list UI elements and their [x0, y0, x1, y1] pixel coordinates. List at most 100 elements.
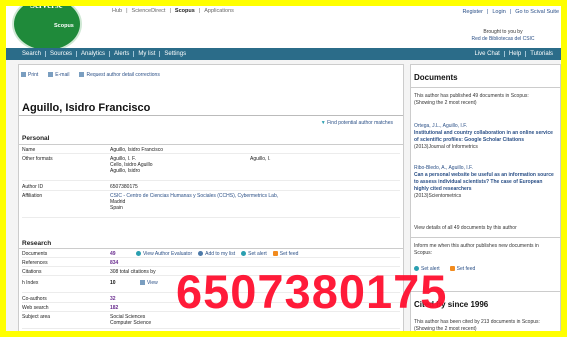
cited-by-text: This author has been cited by 213 docume… [414, 319, 558, 331]
name-label: Name [22, 147, 36, 153]
login-link[interactable]: Login [492, 9, 505, 15]
nav-right: Live Chat Help Tutorials [471, 51, 562, 57]
documents-intro-text: This author has published 49 documents i… [414, 93, 529, 99]
top-bar: SciVerse Scopus Hub | ScienceDirect | Sc… [6, 6, 561, 50]
row-other-formats: Other formats Aguillo, I. F. Cello, Isid… [22, 155, 400, 181]
print-button[interactable]: Print [21, 72, 38, 78]
documents-count[interactable]: 49 [110, 251, 130, 257]
set-alert-link[interactable]: Set alert [241, 251, 267, 257]
sidebar-set-feed-label: Set feed [456, 266, 476, 272]
sidebar-set-feed[interactable]: Set feed [449, 266, 476, 273]
brought-line1: Brought to you by [483, 29, 523, 35]
email-label: E-mail [55, 72, 70, 78]
affiliation-values: CSIC - Centro de Ciencias Humanas y Soci… [110, 192, 400, 217]
register-link[interactable]: Register [462, 9, 482, 15]
applications-link[interactable]: Applications [204, 8, 234, 14]
nav-sources[interactable]: Sources [46, 51, 78, 57]
tools-bar: Print E-mail Request author detail corre… [21, 72, 160, 78]
sciencedirect-link[interactable]: ScienceDirect [132, 8, 166, 14]
author-id-value: 6507380175 [110, 184, 138, 190]
subject-area-label: Subject area [22, 314, 51, 320]
document-title[interactable]: Can a personal website be useful as an i… [414, 172, 558, 193]
scopus-link[interactable]: Scopus [175, 8, 195, 14]
print-label: Print [28, 72, 39, 78]
research-heading: Research [22, 240, 52, 247]
h-graph-label: View [147, 280, 158, 286]
personal-heading: Personal [22, 135, 50, 142]
rss-icon [272, 251, 278, 257]
author-id-label: Author ID [22, 184, 44, 190]
email-icon [48, 72, 54, 78]
row-name: Name Aguillo, Isidro Francisco [22, 146, 400, 154]
sciverse-logo[interactable]: SciVerse Scopus [14, 0, 80, 50]
add-icon [198, 251, 204, 257]
divider [411, 237, 560, 238]
document-authors[interactable]: Ribo-Bledo, A., Aguillo, I.F. [414, 165, 558, 172]
view-all-documents-link[interactable]: View details of all 49 documents by this… [414, 225, 558, 232]
row-affiliation: Affiliation CSIC - Centro de Ciencias Hu… [22, 192, 400, 218]
potential-label: Find potential author matches [327, 120, 393, 126]
document-item: Ribo-Bledo, A., Aguillo, I.F. Can a pers… [414, 165, 558, 200]
row-author-id: Author ID 6507380175 [22, 183, 400, 191]
separator: | [509, 9, 512, 15]
author-evaluator-label: View Author Evaluator [143, 251, 193, 257]
main-nav: Search Sources Analytics Alerts My list … [6, 48, 561, 60]
name-value: Aguillo, Isidro Francisco [110, 147, 164, 153]
separator: | [486, 9, 489, 15]
h-index-label: h Index [22, 280, 39, 286]
nav-search[interactable]: Search [18, 51, 47, 57]
h-index-value: 10 [110, 280, 116, 286]
find-potential-matches-link[interactable]: ▼ Find potential author matches [321, 120, 393, 126]
email-button[interactable]: E-mail [48, 72, 69, 78]
cited-by-count-text: This author has been cited by 213 docume… [414, 319, 540, 325]
h-graph-link[interactable]: View [140, 280, 158, 292]
divider [19, 115, 403, 116]
request-correction-label: Request author detail corrections [86, 72, 160, 78]
documents-intro-note: (Showing the 2 most recent) [414, 100, 477, 106]
brought-library-link[interactable]: Red de Bibliotecas del CSIC [447, 36, 559, 43]
logo-sub: Scopus [54, 23, 74, 29]
nav-alerts[interactable]: Alerts [110, 51, 135, 57]
page-frame: SciVerse Scopus Hub | ScienceDirect | Sc… [0, 0, 567, 337]
logo-text: SciVerse [30, 0, 63, 10]
hub-link[interactable]: Hub [112, 8, 122, 14]
separator: | [198, 8, 201, 14]
separator: | [126, 8, 128, 14]
affiliation-country: Spain [110, 205, 123, 211]
scival-link[interactable]: Go to Scival Suite [515, 9, 559, 15]
divider [19, 248, 403, 249]
nav-help[interactable]: Help [505, 51, 527, 57]
documents-label: Documents [22, 251, 48, 257]
separator: | [169, 8, 171, 14]
documents-intro: This author has published 49 documents i… [414, 93, 558, 107]
references-label: References [22, 260, 48, 266]
set-feed-link[interactable]: Set feed [272, 251, 298, 257]
other-formats-values: Aguillo, I. F. Cello, Isidro Aguillo Agu… [110, 155, 400, 180]
author-evaluator-link[interactable]: View Author Evaluator [136, 251, 192, 257]
rss-icon [449, 266, 455, 272]
add-to-list-label: Add to my list [205, 251, 236, 257]
affiliation-label: Affiliation [22, 193, 43, 199]
subject-value: Computer Science [110, 320, 152, 326]
document-item: Ortega, J.L., Aguillo, I.F. Institutiona… [414, 123, 558, 151]
document-authors[interactable]: Ortega, J.L., Aguillo, I.F. [414, 123, 558, 130]
divider [411, 87, 560, 88]
graph-icon [140, 280, 145, 286]
author-id-overlay: 6507380175 [176, 265, 448, 318]
inform-text: Inform me when this author publishes new… [414, 243, 539, 256]
nav-my-list[interactable]: My list [134, 51, 161, 57]
nav-settings[interactable]: Settings [160, 51, 190, 57]
set-alert-label: Set alert [248, 251, 267, 257]
co-authors-label: Co-authors [22, 296, 47, 302]
nav-analytics[interactable]: Analytics [77, 51, 111, 57]
nav-tutorials[interactable]: Tutorials [526, 51, 557, 57]
document-source: (2013)Journal of Informetrics [414, 144, 478, 150]
document-title[interactable]: Institutional and country collaboration … [414, 130, 558, 144]
user-links: Register | Login | Go to Scival Suite [462, 9, 559, 15]
add-to-list-link[interactable]: Add to my list [198, 251, 235, 257]
author-name: Aguillo, Isidro Francisco [22, 102, 151, 114]
divider [19, 144, 403, 145]
request-correction-button[interactable]: Request author detail corrections [79, 72, 160, 78]
other-formats-label: Other formats [22, 156, 53, 162]
nav-live-chat[interactable]: Live Chat [471, 51, 505, 57]
